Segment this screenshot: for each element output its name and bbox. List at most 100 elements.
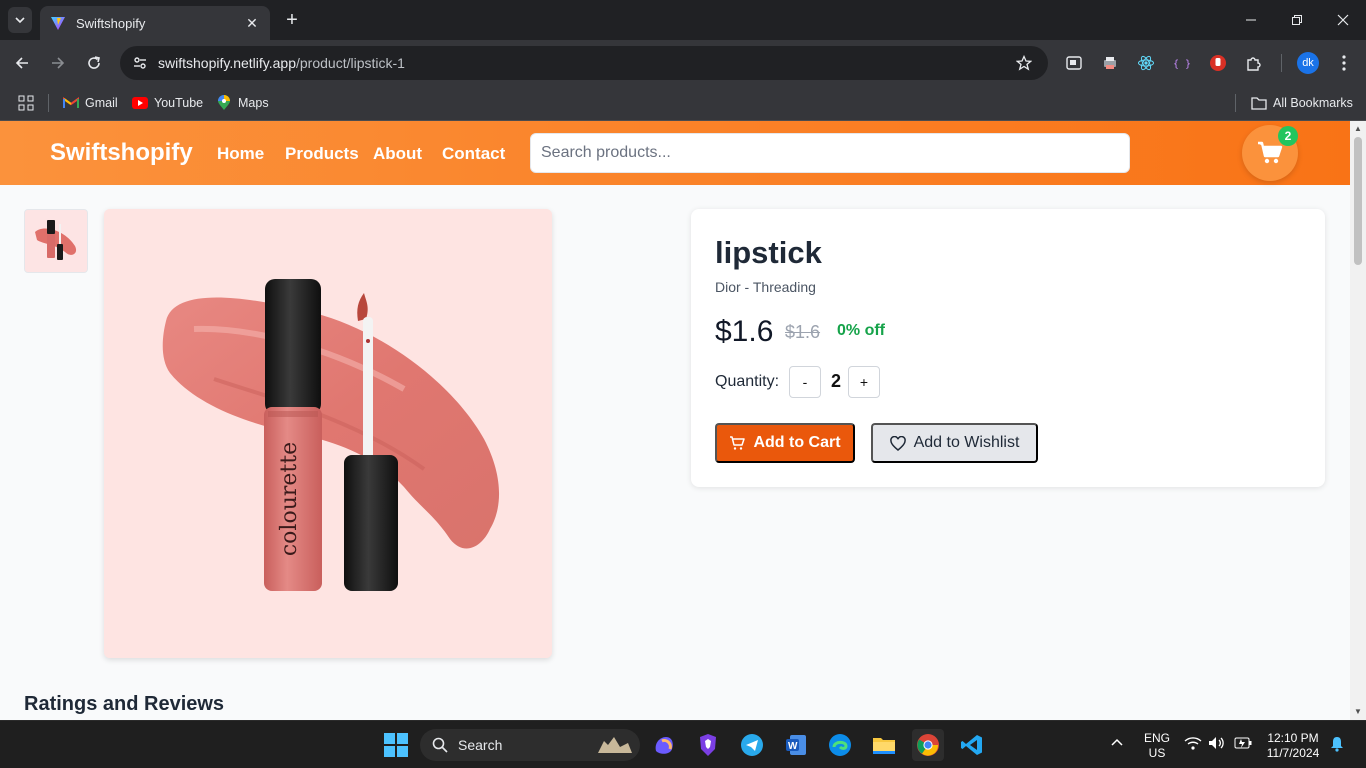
all-bookmarks-label: All Bookmarks <box>1273 96 1353 110</box>
language-indicator[interactable]: ENG US <box>1140 731 1174 761</box>
bookmark-youtube[interactable]: YouTube <box>132 92 203 114</box>
back-button[interactable] <box>10 51 34 75</box>
taskbar-file-explorer[interactable] <box>868 729 900 761</box>
site-info-icon[interactable] <box>130 53 150 73</box>
nav-home[interactable]: Home <box>217 144 264 164</box>
profile-avatar[interactable]: dk <box>1297 52 1319 74</box>
bookmarks-separator <box>48 94 49 112</box>
bookmark-label: YouTube <box>154 96 204 110</box>
extension-react-icon[interactable] <box>1136 53 1156 73</box>
bookmark-gmail[interactable]: Gmail <box>63 92 118 114</box>
add-to-wishlist-button[interactable]: Add to Wishlist <box>871 423 1038 463</box>
add-to-cart-button[interactable]: Add to Cart <box>715 423 855 463</box>
folder-icon <box>873 738 895 754</box>
taskbar-vscode[interactable] <box>956 729 988 761</box>
scroll-up-icon[interactable]: ▲ <box>1353 124 1363 134</box>
bookmarks-separator <box>1235 94 1236 112</box>
tab-close-icon[interactable]: ✕ <box>244 15 260 32</box>
url-path: /product/lipstick-1 <box>296 55 405 71</box>
site-logo[interactable]: Swiftshopify <box>50 139 193 167</box>
product-original-price: $1.6 <box>785 322 821 342</box>
scroll-down-icon[interactable]: ▼ <box>1353 707 1363 717</box>
bookmark-maps[interactable]: Maps <box>216 92 269 114</box>
cart-count-badge: 2 <box>1278 126 1298 146</box>
browser-tabbar: Swiftshopify ✕ + <box>0 0 1366 40</box>
url-host: swiftshopify.netlify.app <box>158 55 296 71</box>
search-highlight-icon <box>598 737 632 753</box>
windows-taskbar: Search W ENG US 12:10 PM 11/7/2024 <box>0 720 1366 768</box>
product-details-card: lipstick Dior - Threading $1.6 $1.6 0% o… <box>691 209 1325 487</box>
chrome-menu-icon[interactable] <box>1334 53 1354 73</box>
all-bookmarks-button[interactable]: All Bookmarks <box>1251 92 1353 114</box>
product-price: $1.6 <box>715 315 774 348</box>
product-name: lipstick <box>715 235 822 270</box>
close-window-button[interactable] <box>1320 0 1366 40</box>
toolbar-separator <box>1281 54 1282 72</box>
taskbar-search[interactable]: Search <box>420 729 640 761</box>
product-main-image: colourette <box>104 209 552 658</box>
reload-button[interactable] <box>82 51 106 75</box>
product-image-brand-text: colourette <box>277 442 302 556</box>
extension-json-icon[interactable]: { } <box>1172 53 1192 73</box>
add-to-wishlist-label: Add to Wishlist <box>913 434 1020 451</box>
bookmark-label: Maps <box>238 96 269 110</box>
extension-stop-icon[interactable] <box>1208 53 1228 73</box>
taskbar-copilot[interactable] <box>648 729 680 761</box>
extension-media-icon[interactable] <box>1064 53 1084 73</box>
browser-tab-active[interactable]: Swiftshopify ✕ <box>40 6 270 40</box>
minimize-button[interactable] <box>1228 0 1274 40</box>
product-thumbnail[interactable] <box>24 209 88 273</box>
forward-button[interactable] <box>46 51 70 75</box>
shopping-cart-icon <box>1258 141 1283 164</box>
arrow-left-icon <box>15 57 28 69</box>
taskbar-brave[interactable] <box>692 729 724 761</box>
new-tab-button[interactable]: + <box>282 9 302 31</box>
windows-logo-icon <box>384 733 408 757</box>
lipstick-thumbnail-image <box>25 210 87 272</box>
tray-overflow-icon[interactable] <box>1110 736 1124 751</box>
bookmark-star-icon[interactable] <box>1014 53 1034 73</box>
search-input[interactable] <box>530 133 1130 173</box>
wifi-icon[interactable] <box>1184 736 1202 754</box>
region-code: US <box>1148 746 1166 760</box>
quantity-decrement-button[interactable]: - <box>789 366 821 398</box>
scrollbar-thumb[interactable] <box>1354 137 1362 265</box>
site-header: Swiftshopify Home Products About Contact… <box>0 121 1350 185</box>
nav-about[interactable]: About <box>373 144 422 164</box>
bookmark-label: Gmail <box>85 96 118 110</box>
volume-icon[interactable] <box>1208 736 1226 754</box>
gmail-icon <box>63 95 79 111</box>
language-code: ENG <box>1143 731 1170 745</box>
apps-button[interactable] <box>18 92 34 114</box>
search-icon <box>432 737 448 753</box>
taskbar-edge[interactable] <box>824 729 856 761</box>
start-button[interactable] <box>380 729 412 761</box>
browser-toolbar: swiftshopify.netlify.app/product/lipstic… <box>0 40 1366 86</box>
page-viewport: Swiftshopify Home Products About Contact… <box>0 121 1366 720</box>
page-scrollbar[interactable]: ▲ ▼ <box>1350 121 1366 720</box>
svg-text:W: W <box>788 741 798 752</box>
nav-contact[interactable]: Contact <box>442 144 505 164</box>
taskbar-telegram[interactable] <box>736 729 768 761</box>
bookmarks-bar: Gmail YouTube Maps All Bookmarks <box>0 86 1366 121</box>
battery-icon[interactable] <box>1234 737 1252 753</box>
brave-icon <box>700 734 716 756</box>
restore-button[interactable] <box>1274 0 1320 40</box>
address-bar[interactable]: swiftshopify.netlify.app/product/lipstic… <box>120 46 1048 80</box>
clock[interactable]: 12:10 PM 11/7/2024 <box>1262 731 1324 761</box>
nav-products[interactable]: Products <box>285 144 359 164</box>
edge-icon <box>829 734 851 756</box>
tab-search-button[interactable] <box>8 7 32 33</box>
vite-favicon-icon <box>51 17 65 30</box>
extensions-puzzle-icon[interactable] <box>1244 53 1264 73</box>
add-to-cart-label: Add to Cart <box>753 434 841 451</box>
taskbar-word[interactable]: W <box>780 729 812 761</box>
copilot-icon <box>655 737 673 754</box>
quantity-increment-button[interactable]: + <box>848 366 880 398</box>
maps-pin-icon <box>216 95 232 111</box>
notification-bell-icon[interactable] <box>1330 736 1344 756</box>
clock-date: 11/7/2024 <box>1266 746 1320 760</box>
extension-printer-icon[interactable] <box>1100 53 1120 73</box>
taskbar-chrome[interactable] <box>912 729 944 761</box>
chrome-icon <box>917 734 939 756</box>
